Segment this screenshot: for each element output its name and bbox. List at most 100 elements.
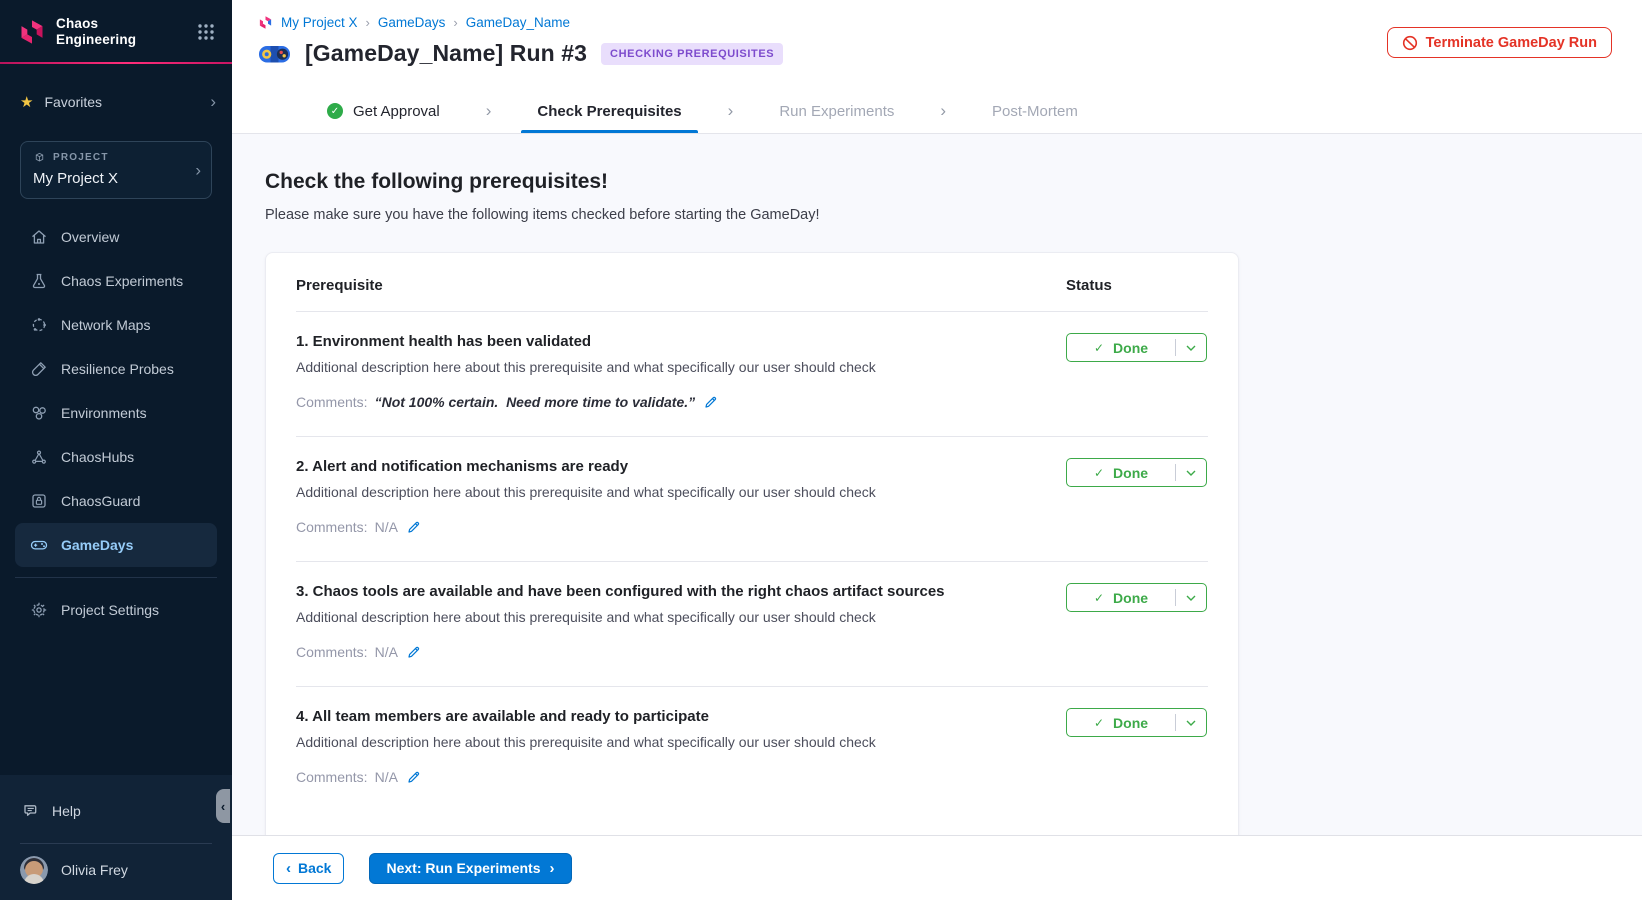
step-get-approval[interactable]: ✓ Get Approval	[327, 89, 440, 133]
status-done-button[interactable]: ✓ Done	[1066, 458, 1207, 487]
chevron-down-icon[interactable]	[1176, 595, 1206, 601]
back-button[interactable]: ‹ Back	[273, 853, 344, 884]
flask-icon	[30, 272, 48, 290]
content-area: My Project X › GameDays › GameDay_Name […	[232, 0, 1642, 900]
edit-pencil-icon[interactable]	[407, 645, 421, 659]
terminate-gameday-button[interactable]: Terminate GameDay Run	[1387, 27, 1612, 58]
gamepad-icon	[30, 536, 48, 554]
chevron-down-icon[interactable]	[1176, 345, 1206, 351]
sidebar-spacer	[0, 632, 232, 775]
status-done-button[interactable]: ✓ Done	[1066, 708, 1207, 737]
edit-pencil-icon[interactable]	[407, 520, 421, 534]
wizard-footer: ‹ Back Next: Run Experiments ›	[232, 835, 1642, 900]
project-label: PROJECT	[53, 152, 109, 163]
cube-icon	[33, 151, 46, 164]
run-stepper: ✓ Get Approval › Check Prerequisites › R…	[232, 89, 1642, 134]
comments-label: Comments:	[296, 644, 368, 660]
edit-pencil-icon[interactable]	[407, 770, 421, 784]
help-label: Help	[52, 803, 81, 819]
comment-text: N/A	[375, 519, 398, 535]
chevron-right-icon: ›	[195, 161, 201, 178]
user-menu[interactable]: Olivia Frey	[0, 844, 232, 900]
sidebar-item-chaoshubs[interactable]: ChaosHubs	[0, 435, 232, 479]
sidebar-item-gamedays[interactable]: GameDays	[15, 523, 217, 567]
edit-pencil-icon[interactable]	[704, 395, 718, 409]
breadcrumb-separator: ›	[366, 15, 370, 30]
project-selector[interactable]: PROJECT My Project X ›	[20, 141, 212, 199]
prerequisite-row: 2. Alert and notification mechanisms are…	[296, 437, 1208, 562]
comment-text: N/A	[375, 769, 398, 785]
sidebar-item-project-settings[interactable]: Project Settings	[0, 588, 232, 632]
sidebar-item-network-maps[interactable]: Network Maps	[0, 303, 232, 347]
sidebar-item-chaosguard[interactable]: ChaosGuard	[0, 479, 232, 523]
sidebar-bottom-panel: Help Olivia Frey	[0, 775, 232, 900]
check-icon: ✓	[1094, 716, 1104, 730]
sidebar-collapse-handle[interactable]: ‹	[216, 789, 230, 823]
environments-icon	[30, 404, 48, 422]
step-check-prerequisites[interactable]: Check Prerequisites	[537, 89, 681, 133]
page-title: [GameDay_Name] Run #3	[305, 40, 587, 67]
check-icon: ✓	[1094, 466, 1104, 480]
prerequisite-description: Additional description here about this p…	[296, 609, 1066, 625]
check-circle-icon: ✓	[327, 103, 343, 119]
prerequisite-row: 4. All team members are available and re…	[296, 687, 1208, 811]
gear-icon	[30, 601, 48, 619]
brand-name: Chaos Engineering	[56, 16, 186, 48]
prerequisite-title: 4. All team members are available and re…	[296, 708, 1066, 725]
project-name: My Project X	[33, 170, 199, 187]
status-done-button[interactable]: ✓ Done	[1066, 333, 1207, 362]
table-header: Prerequisite Status	[296, 277, 1208, 294]
gamepad-emoji-icon	[258, 42, 291, 66]
prerequisite-title: 3. Chaos tools are available and have be…	[296, 583, 1066, 600]
step-run-experiments[interactable]: Run Experiments	[779, 89, 894, 133]
prerequisites-panel: Check the following prerequisites! Pleas…	[232, 134, 1642, 835]
breadcrumb-link-gamedays[interactable]: GameDays	[378, 15, 446, 30]
favorites-label: Favorites	[44, 94, 199, 110]
help-item[interactable]: Help	[0, 797, 232, 825]
status-badge: CHECKING PREREQUISITES	[601, 43, 783, 65]
sidebar-nav: Overview Chaos Experiments Network Maps …	[0, 215, 232, 567]
breadcrumb-link-project[interactable]: My Project X	[281, 15, 358, 30]
network-map-icon	[30, 316, 48, 334]
prerequisite-row: 3. Chaos tools are available and have be…	[296, 562, 1208, 687]
probe-icon	[30, 360, 48, 378]
app-grid-icon[interactable]	[196, 22, 216, 42]
home-icon	[30, 228, 48, 246]
help-chat-icon	[22, 802, 40, 820]
prerequisites-card: Prerequisite Status 1. Environment healt…	[265, 252, 1239, 835]
chevron-down-icon[interactable]	[1176, 470, 1206, 476]
comments-label: Comments:	[296, 394, 368, 410]
sidebar-item-environments[interactable]: Environments	[0, 391, 232, 435]
chevron-right-icon: ›	[728, 101, 734, 121]
chevron-down-icon[interactable]	[1176, 720, 1206, 726]
chevron-right-icon: ›	[940, 101, 946, 121]
chevron-left-icon: ‹	[286, 861, 291, 876]
chevron-right-icon: ›	[550, 861, 555, 876]
sidebar-divider	[15, 577, 217, 578]
comments-label: Comments:	[296, 769, 368, 785]
sidebar-header: Chaos Engineering	[0, 0, 232, 48]
sidebar-item-overview[interactable]: Overview	[0, 215, 232, 259]
lock-icon	[30, 492, 48, 510]
column-header-status: Status	[1066, 277, 1112, 294]
sidebar: Chaos Engineering ★ Favorites › PROJECT …	[0, 0, 232, 900]
prerequisite-description: Additional description here about this p…	[296, 484, 1066, 500]
prerequisite-description: Additional description here about this p…	[296, 359, 1066, 375]
page-header: My Project X › GameDays › GameDay_Name […	[232, 0, 1642, 89]
prerequisite-title: 1. Environment health has been validated	[296, 333, 1066, 350]
star-icon: ★	[20, 93, 33, 111]
status-done-button[interactable]: ✓ Done	[1066, 583, 1207, 612]
prerequisite-row: 1. Environment health has been validated…	[296, 312, 1208, 437]
next-run-experiments-button[interactable]: Next: Run Experiments ›	[369, 853, 571, 884]
favorites-item[interactable]: ★ Favorites ›	[0, 88, 232, 116]
step-post-mortem[interactable]: Post-Mortem	[992, 89, 1078, 133]
chevron-left-icon: ‹	[221, 799, 225, 814]
section-subheading: Please make sure you have the following …	[265, 207, 1642, 223]
sidebar-item-chaos-experiments[interactable]: Chaos Experiments	[0, 259, 232, 303]
user-name: Olivia Frey	[61, 862, 128, 878]
sidebar-item-resilience-probes[interactable]: Resilience Probes	[0, 347, 232, 391]
check-icon: ✓	[1094, 341, 1104, 355]
breadcrumb-link-gameday-name[interactable]: GameDay_Name	[466, 15, 570, 30]
column-header-prerequisite: Prerequisite	[296, 277, 1066, 294]
chevron-right-icon: ›	[486, 101, 492, 121]
